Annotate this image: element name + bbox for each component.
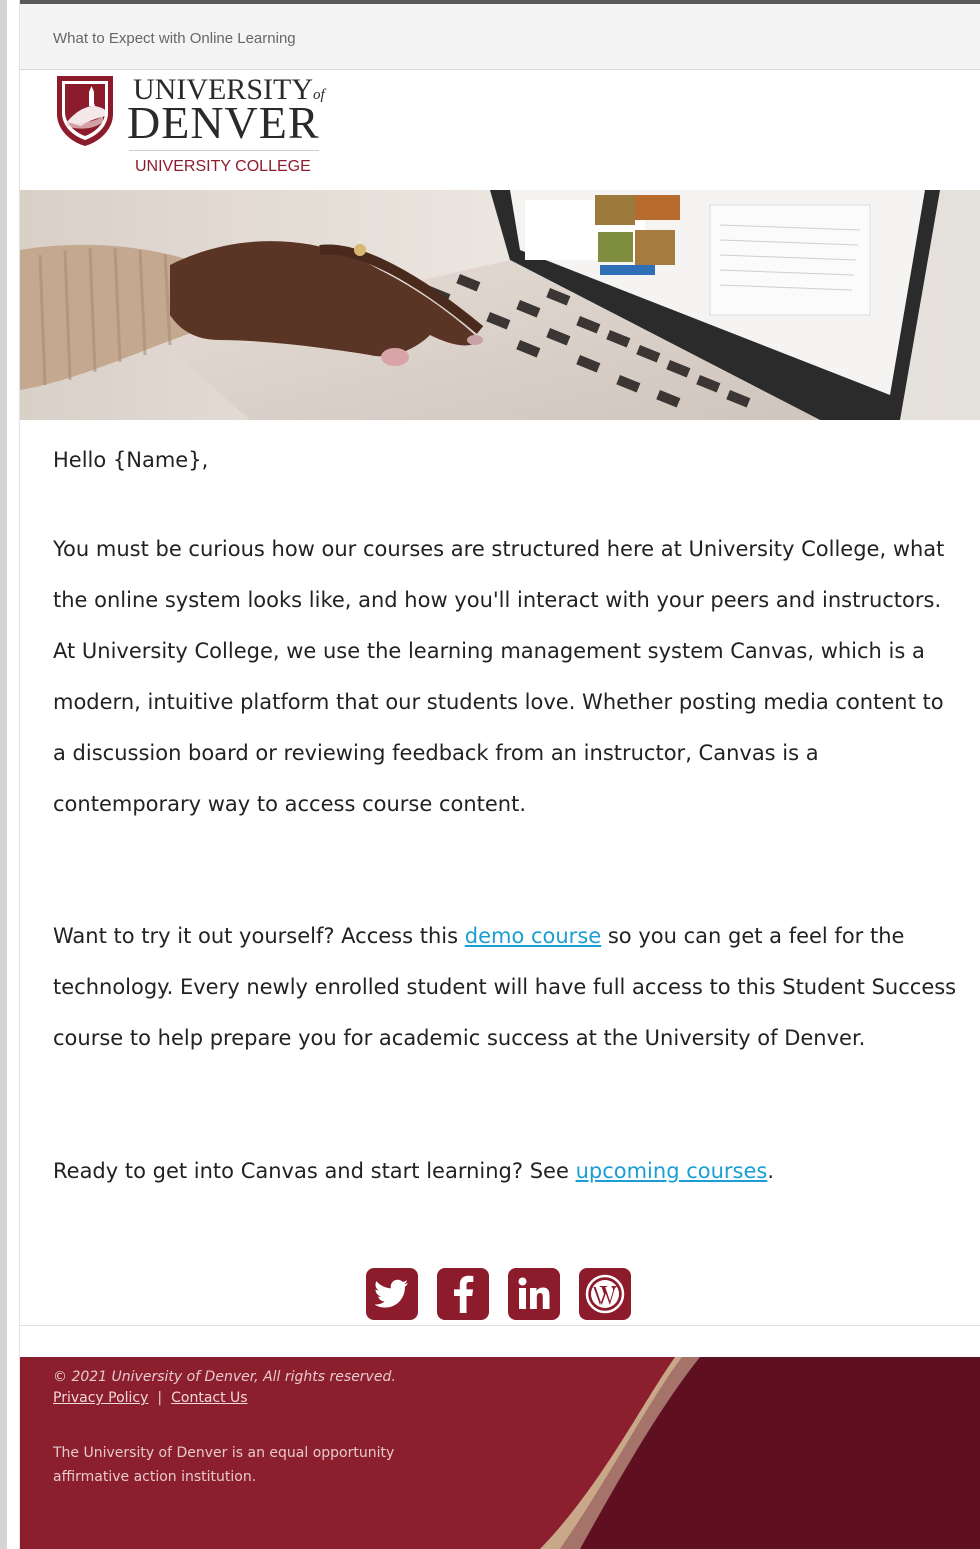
footer: © 2021 University of Denver, All rights …	[20, 1357, 980, 1549]
upcoming-text-before: Ready to get into Canvas and start learn…	[53, 1159, 576, 1183]
footer-links: Privacy Policy | Contact Us	[53, 1390, 248, 1406]
demo-text-before: Want to try it out yourself? Access this	[53, 924, 465, 948]
footer-separator	[20, 1325, 980, 1326]
university-logo[interactable]: UNIVERSITYof DENVER UNIVERSITY COLLEGE	[53, 72, 325, 184]
footer-eo-statement: The University of Denver is an equal opp…	[53, 1445, 395, 1485]
contact-us-link[interactable]: Contact Us	[171, 1390, 247, 1406]
preheader-bar: What to Expect with Online Learning	[20, 4, 980, 70]
twitter-button[interactable]	[366, 1268, 418, 1320]
greeting: Hello {Name},	[53, 448, 209, 472]
logo-college-text: UNIVERSITY COLLEGE	[135, 158, 311, 175]
wordpress-icon	[585, 1274, 625, 1314]
facebook-button[interactable]	[437, 1268, 489, 1320]
logo-denver-text: DENVER	[127, 97, 320, 148]
linkedin-icon	[518, 1277, 550, 1309]
preheader-text: What to Expect with Online Learning	[53, 30, 296, 47]
upcoming-courses-link[interactable]: upcoming courses	[576, 1159, 768, 1183]
upcoming-text-after: .	[767, 1159, 775, 1183]
twitter-icon	[375, 1279, 408, 1308]
left-gutter	[7, 0, 20, 1549]
left-frame	[0, 0, 7, 1549]
linkedin-button[interactable]	[508, 1268, 560, 1320]
wordpress-button[interactable]	[579, 1268, 631, 1320]
demo-paragraph: Want to try it out yourself? Access this…	[53, 911, 958, 1064]
footer-copyright: © 2021 University of Denver, All rights …	[53, 1369, 396, 1385]
laptop-typing-photo-icon	[20, 190, 980, 420]
privacy-policy-link[interactable]: Privacy Policy	[53, 1390, 148, 1406]
facebook-icon	[454, 1275, 474, 1313]
social-links	[366, 1268, 631, 1320]
shield-icon	[57, 76, 113, 146]
intro-paragraph: You must be curious how our courses are …	[53, 537, 945, 816]
hero-image	[20, 190, 980, 420]
logo-divider	[129, 150, 319, 151]
footer-link-separator: |	[157, 1390, 163, 1406]
upcoming-paragraph: Ready to get into Canvas and start learn…	[53, 1146, 958, 1197]
demo-course-link[interactable]: demo course	[465, 924, 601, 948]
